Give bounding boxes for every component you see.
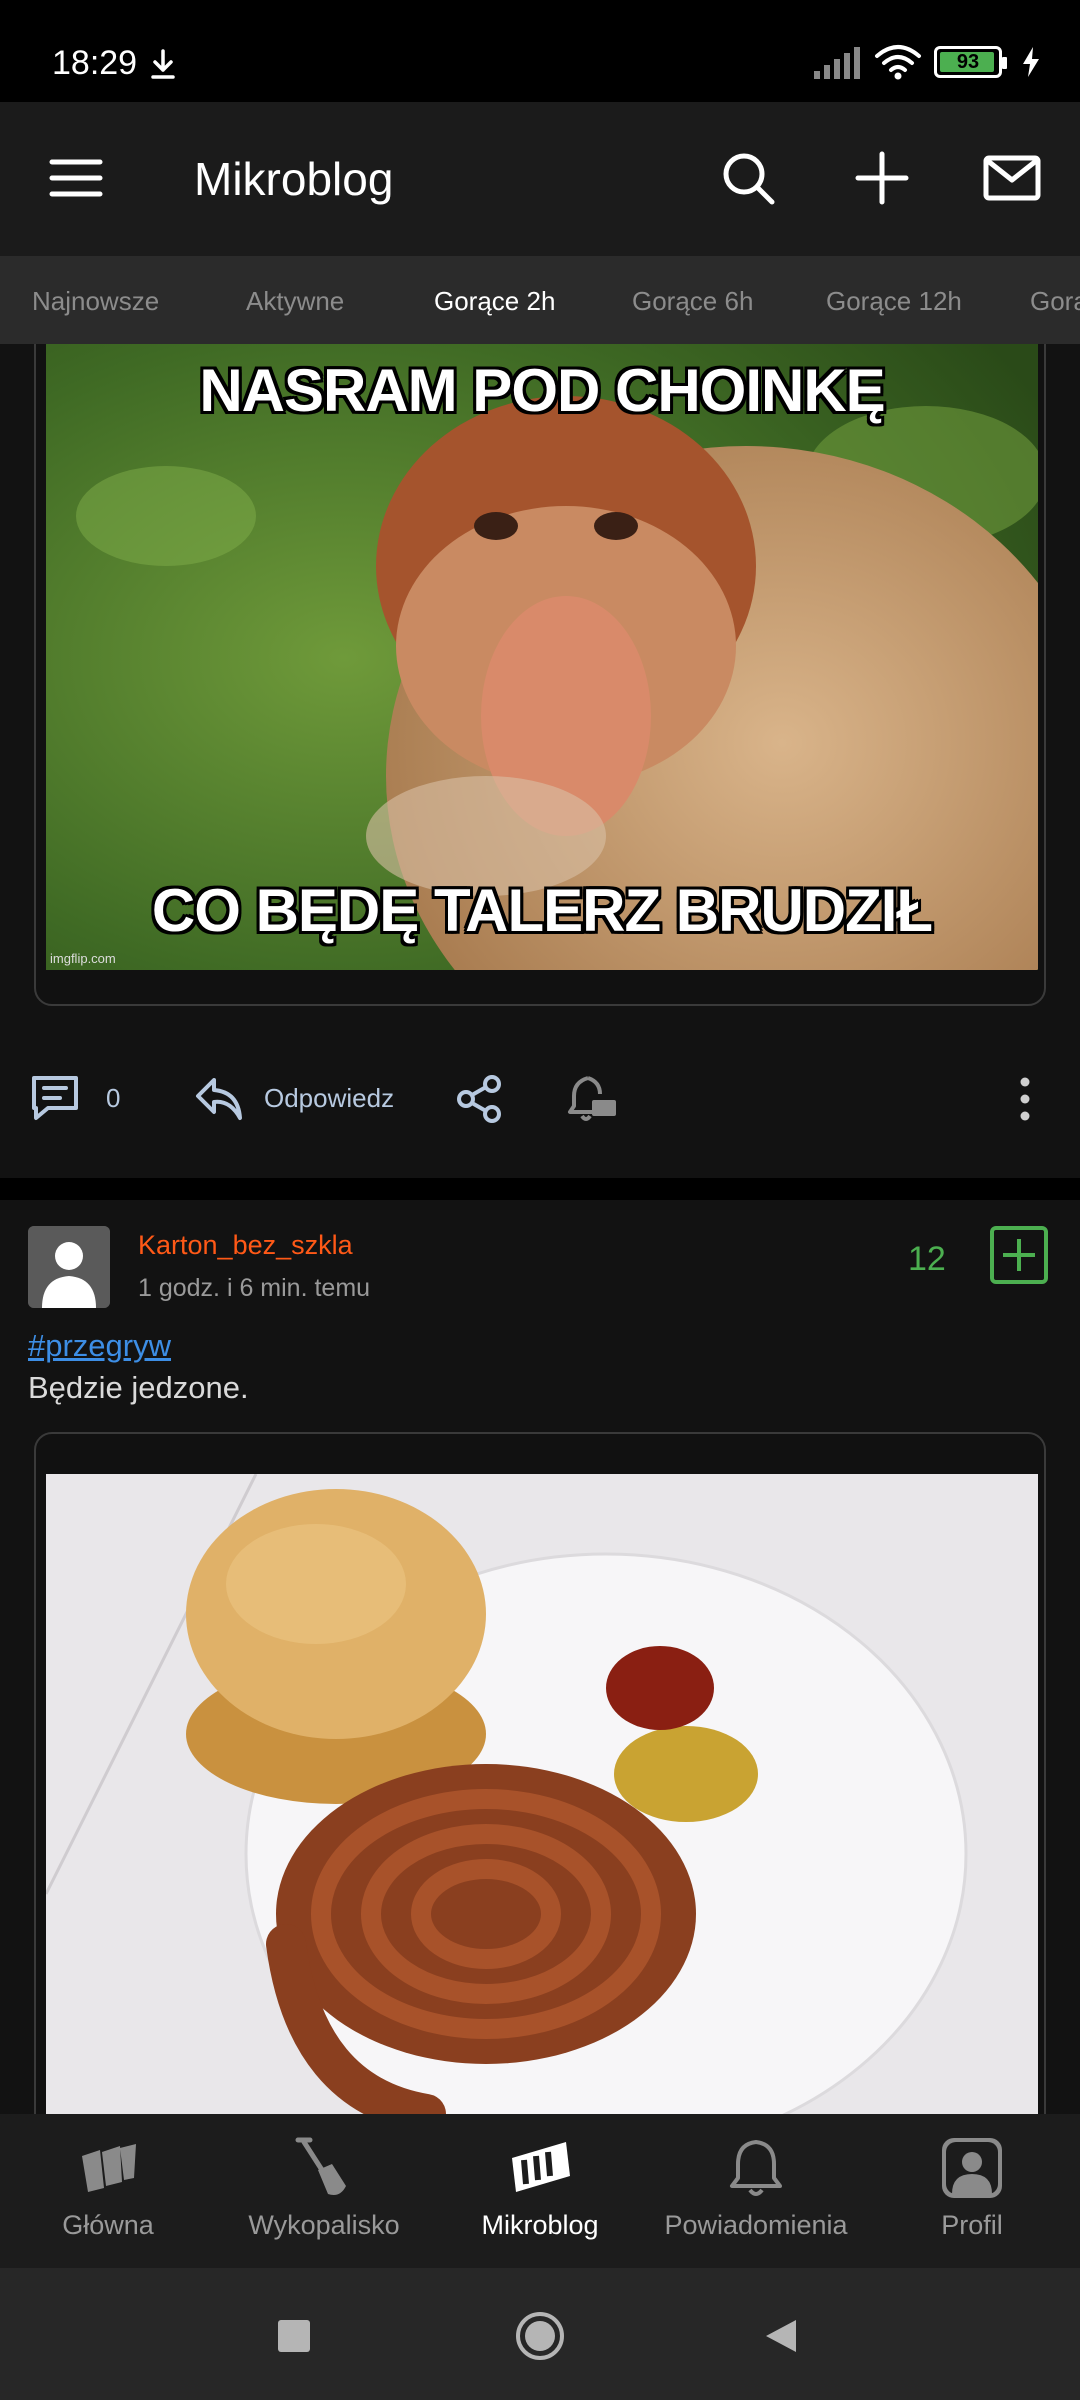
feed[interactable]: NASRAM POD CHOINKĘ CO BĘDĘ TALERZ BRUDZI… xyxy=(0,344,1080,2114)
nav-glowna[interactable]: Główna xyxy=(0,2114,216,2268)
author-name[interactable]: Karton_bez_szkla xyxy=(138,1230,353,1261)
recents-icon[interactable] xyxy=(276,2318,312,2354)
nav-label: Powiadomienia xyxy=(664,2210,848,2240)
bottom-navigation: Główna Wykopalisko Mikroblog Powiadomien… xyxy=(0,2114,1080,2268)
mikroblog-logo-icon xyxy=(512,2142,570,2192)
hashtag-link[interactable]: #przegryw xyxy=(28,1328,171,1364)
post-body: Będzie jedzone. xyxy=(28,1370,249,1405)
nav-label: Wykopalisko xyxy=(248,2210,400,2240)
notify-bell-icon[interactable] xyxy=(566,1074,620,1124)
status-bar: 18:29 93 xyxy=(0,0,1080,102)
nav-label: Mikroblog xyxy=(481,2210,599,2240)
default-avatar-icon xyxy=(28,1226,110,1308)
food-image-card[interactable] xyxy=(34,1432,1046,2114)
more-options-icon[interactable] xyxy=(1010,1074,1040,1124)
search-icon[interactable] xyxy=(718,148,778,208)
shovel-icon xyxy=(295,2137,346,2195)
reply-icon xyxy=(196,1078,242,1120)
tab-gorace-6h[interactable]: Gorące 6h xyxy=(632,286,753,317)
profile-icon xyxy=(942,2138,1002,2198)
reply-button[interactable]: Odpowiedz xyxy=(194,1074,394,1122)
reply-label: Odpowiedz xyxy=(264,1082,395,1113)
avatar[interactable] xyxy=(28,1226,110,1308)
comments-count: 0 xyxy=(106,1082,121,1113)
tab-gorace-12h[interactable]: Gorące 12h xyxy=(826,286,962,317)
page-title: Mikroblog xyxy=(194,153,394,205)
nav-powiadomienia[interactable]: Powiadomienia xyxy=(648,2114,864,2268)
vote-count: 12 xyxy=(908,1240,946,1278)
meme-top-text: NASRAM POD CHOINKĘ xyxy=(199,357,885,424)
meme-bottom-text: CO BĘDĘ TALERZ BRUDZIŁ xyxy=(151,877,933,944)
signal-icon xyxy=(814,47,860,79)
post-actions: 0 Odpowiedz xyxy=(0,1044,1080,1168)
nav-label: Główna xyxy=(62,2210,154,2240)
post-image-card[interactable]: NASRAM POD CHOINKĘ CO BĘDĘ TALERZ BRUDZI… xyxy=(34,344,1046,1006)
nav-profil[interactable]: Profil xyxy=(864,2114,1080,2268)
back-icon[interactable] xyxy=(762,2316,802,2356)
feed-tabs: Najnowsze Aktywne Gorące 2h Gorące 6h Go… xyxy=(0,256,1080,344)
food-photo xyxy=(46,1474,1038,2114)
menu-icon[interactable] xyxy=(46,148,106,208)
add-icon[interactable] xyxy=(852,148,912,208)
meme-image[interactable]: NASRAM POD CHOINKĘ CO BĘDĘ TALERZ BRUDZI… xyxy=(46,344,1038,970)
mail-icon[interactable] xyxy=(982,148,1042,208)
home-button-icon[interactable] xyxy=(514,2310,566,2362)
status-time: 18:29 xyxy=(52,44,138,82)
status-icons: 93 xyxy=(812,44,1042,80)
bell-icon xyxy=(730,2140,782,2196)
wifi-icon xyxy=(875,45,921,80)
app-bar: Mikroblog xyxy=(0,102,1080,256)
battery-icon: 93 xyxy=(934,46,1007,78)
battery-level: 93 xyxy=(956,51,980,73)
download-icon xyxy=(151,49,175,79)
tab-aktywne[interactable]: Aktywne xyxy=(246,286,344,317)
tab-najnowsze[interactable]: Najnowsze xyxy=(32,286,159,317)
meme-watermark: imgflip.com xyxy=(50,951,116,966)
charging-icon xyxy=(1023,47,1039,77)
upvote-button[interactable] xyxy=(990,1226,1048,1284)
nav-label: Profil xyxy=(941,2210,1003,2240)
post-divider xyxy=(0,1178,1080,1200)
nav-wykopalisko[interactable]: Wykopalisko xyxy=(216,2114,432,2268)
tab-gorace-2h[interactable]: Gorące 2h xyxy=(434,286,555,317)
comments-button[interactable]: 0 xyxy=(28,1074,120,1122)
post-time: 1 godz. i 6 min. temu xyxy=(138,1274,371,1302)
nav-mikroblog[interactable]: Mikroblog xyxy=(432,2114,648,2268)
comments-icon xyxy=(32,1076,78,1120)
plus-icon xyxy=(1003,1239,1035,1271)
system-navigation xyxy=(0,2268,1080,2400)
share-icon[interactable] xyxy=(454,1074,504,1124)
tab-gorace-more[interactable]: Gorą xyxy=(1030,286,1080,317)
home-logo-icon xyxy=(82,2144,136,2192)
